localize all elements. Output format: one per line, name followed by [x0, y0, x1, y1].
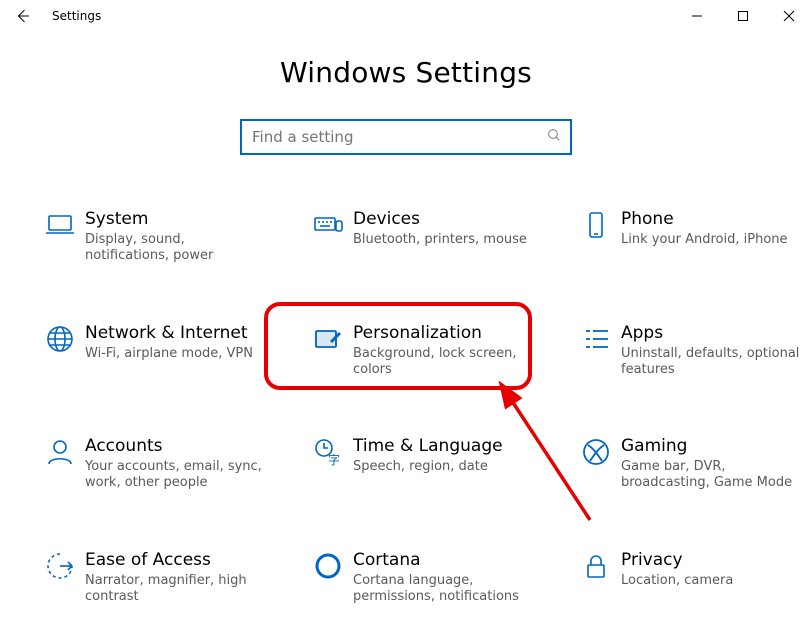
category-personalization[interactable]: Personalization Background, lock screen,…	[299, 319, 557, 383]
cortana-icon	[303, 550, 353, 582]
category-subtitle: Display, sound, notifications, power	[85, 232, 265, 265]
category-subtitle: Narrator, magnifier, high contrast	[85, 573, 265, 606]
search-icon	[546, 127, 562, 147]
category-subtitle: Background, lock screen, colors	[353, 346, 533, 379]
category-gaming[interactable]: Gaming Game bar, DVR, broadcasting, Game…	[567, 432, 812, 496]
ease-icon	[35, 550, 85, 582]
back-button[interactable]	[0, 0, 46, 32]
category-accounts[interactable]: Accounts Your accounts, email, sync, wor…	[31, 432, 289, 496]
category-title: Ease of Access	[85, 550, 265, 570]
titlebar: Settings	[0, 0, 812, 32]
personalization-icon	[303, 323, 353, 355]
category-subtitle: Wi-Fi, airplane mode, VPN	[85, 346, 253, 362]
globe-icon	[35, 323, 85, 355]
category-title: Apps	[621, 323, 801, 343]
category-title: System	[85, 209, 265, 229]
category-privacy[interactable]: Privacy Location, camera	[567, 546, 812, 610]
category-title: Time & Language	[353, 436, 503, 456]
category-network[interactable]: Network & Internet Wi-Fi, airplane mode,…	[31, 319, 289, 383]
time-language-icon: 字	[303, 436, 353, 468]
category-ease[interactable]: Ease of Access Narrator, magnifier, high…	[31, 546, 289, 610]
category-title: Privacy	[621, 550, 733, 570]
person-icon	[35, 436, 85, 468]
category-subtitle: Location, camera	[621, 573, 733, 589]
category-subtitle: Link your Android, iPhone	[621, 232, 788, 248]
category-cortana[interactable]: Cortana Cortana language, permissions, n…	[299, 546, 557, 610]
category-title: Accounts	[85, 436, 265, 456]
phone-icon	[571, 209, 621, 241]
svg-text:字: 字	[328, 452, 340, 467]
category-title: Devices	[353, 209, 527, 229]
category-devices[interactable]: Devices Bluetooth, printers, mouse	[299, 205, 557, 269]
keyboard-icon	[303, 209, 353, 241]
laptop-icon	[35, 209, 85, 241]
close-button[interactable]	[766, 0, 812, 32]
category-subtitle: Game bar, DVR, broadcasting, Game Mode	[621, 459, 801, 492]
category-subtitle: Your accounts, email, sync, work, other …	[85, 459, 265, 492]
xbox-icon	[571, 436, 621, 468]
maximize-button[interactable]	[720, 0, 766, 32]
minimize-button[interactable]	[674, 0, 720, 32]
apps-icon	[571, 323, 621, 355]
category-title: Cortana	[353, 550, 533, 570]
settings-categories: System Display, sound, notifications, po…	[11, 205, 801, 609]
search-input[interactable]	[250, 127, 546, 147]
category-title: Network & Internet	[85, 323, 253, 343]
category-phone[interactable]: Phone Link your Android, iPhone	[567, 205, 812, 269]
category-subtitle: Uninstall, defaults, optional features	[621, 346, 801, 379]
category-apps[interactable]: Apps Uninstall, defaults, optional featu…	[567, 319, 812, 383]
category-title: Personalization	[353, 323, 533, 343]
category-title: Gaming	[621, 436, 801, 456]
category-subtitle: Speech, region, date	[353, 459, 503, 475]
window-title: Settings	[52, 9, 101, 23]
lock-icon	[571, 550, 621, 582]
category-system[interactable]: System Display, sound, notifications, po…	[31, 205, 289, 269]
category-time[interactable]: 字 Time & Language Speech, region, date	[299, 432, 557, 496]
category-subtitle: Cortana language, permissions, notificat…	[353, 573, 533, 606]
page-title: Windows Settings	[0, 56, 812, 89]
category-title: Phone	[621, 209, 788, 229]
search-box[interactable]	[240, 119, 572, 155]
category-subtitle: Bluetooth, printers, mouse	[353, 232, 527, 248]
